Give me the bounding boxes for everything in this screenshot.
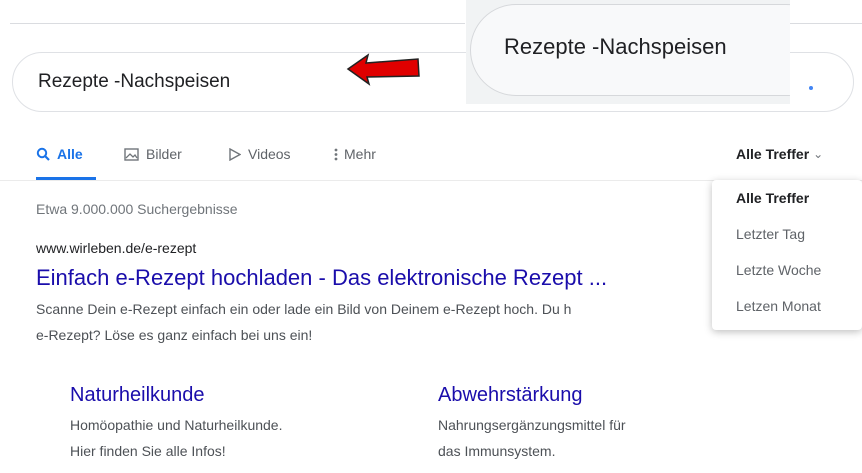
tab-label: Videos: [248, 146, 291, 162]
time-filter-button[interactable]: Alle Treffer ⌄: [736, 146, 823, 162]
time-filter-label: Alle Treffer: [736, 146, 810, 162]
red-arrow-icon: [346, 53, 420, 86]
tab-label: Bilder: [146, 146, 182, 162]
sitelink-desc-line: Homöopathie und Naturheilkunde.: [70, 417, 283, 433]
tab-bilder[interactable]: Bilder: [124, 146, 182, 162]
sitelink-description: Nahrungsergänzungsmittel für das Immunsy…: [438, 412, 626, 464]
more-vertical-icon: [334, 148, 338, 160]
menu-item-letzen-monat[interactable]: Letzen Monat: [736, 298, 821, 314]
tab-mehr[interactable]: Mehr: [334, 146, 376, 162]
snippet-line: Scanne Dein e-Rezept einfach ein oder la…: [36, 301, 572, 317]
result-snippet: Scanne Dein e-Rezept einfach ein oder la…: [36, 296, 716, 348]
sitelink-desc-line: Hier finden Sie alle Infos!: [70, 443, 226, 459]
sitelink-naturheilkunde[interactable]: Naturheilkunde: [70, 384, 205, 407]
menu-item-letzte-woche[interactable]: Letzte Woche: [736, 262, 821, 278]
result-title-link[interactable]: Einfach e-Rezept hochladen - Das elektro…: [36, 265, 607, 291]
menu-item-letzter-tag[interactable]: Letzter Tag: [736, 226, 805, 242]
zoom-inset-clip: Rezepte -Nachspeisen: [466, 0, 790, 104]
tab-label: Mehr: [344, 146, 376, 162]
sitelink-desc-line: das Immunsystem.: [438, 443, 556, 459]
play-icon: [229, 147, 241, 161]
zoom-query-text: Rezepte -Nachspeisen: [504, 34, 727, 59]
search-button-fragment[interactable]: [809, 86, 813, 90]
top-divider-right: [790, 23, 862, 24]
tab-videos[interactable]: Videos: [228, 146, 291, 162]
time-filter-menu: Alle Treffer Letzter Tag Letzte Woche Le…: [712, 180, 862, 330]
tab-alle[interactable]: Alle: [36, 146, 83, 162]
tab-label: Alle: [57, 146, 83, 162]
menu-item-alle-treffer[interactable]: Alle Treffer: [736, 190, 809, 206]
chevron-down-icon: ⌄: [813, 147, 824, 161]
search-icon: [36, 147, 50, 161]
image-icon: [124, 147, 139, 161]
result-stats: Etwa 9.000.000 Suchergebnisse: [36, 201, 238, 217]
sitelink-description: Homöopathie und Naturheilkunde. Hier fin…: [70, 412, 282, 464]
result-url[interactable]: www.wirleben.de/e-rezept: [36, 240, 196, 256]
sitelink-abwehrstaerkung[interactable]: Abwehrstärkung: [438, 384, 583, 407]
sitelink-desc-line: Nahrungsergänzungsmittel für: [438, 417, 626, 433]
top-divider-left: [10, 23, 465, 24]
snippet-line: e-Rezept? Löse es ganz einfach bei uns e…: [36, 327, 313, 343]
